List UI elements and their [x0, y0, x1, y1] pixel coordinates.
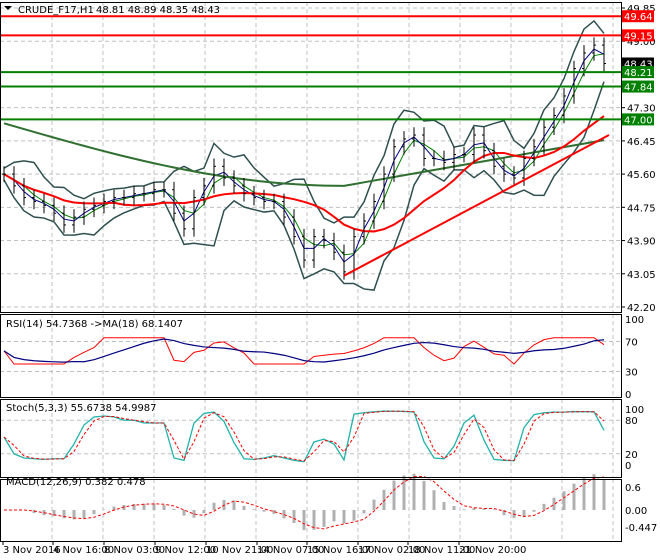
level-price-label: 49.15 [624, 31, 653, 42]
macd-tick-label: -0.447 [625, 523, 657, 534]
level-price-label: 49.64 [624, 12, 653, 23]
price-tick-label: 42.20 [627, 303, 656, 314]
chart-canvas[interactable]: 49.8549.0047.3046.4545.6044.7543.9043.05… [0, 0, 660, 560]
rsi-tick-label: 70 [625, 338, 638, 349]
level-price-label: 47.84 [624, 83, 653, 94]
rsi-tick-label: 0 [625, 390, 631, 401]
price-tick-label: 44.75 [627, 203, 656, 214]
rsi-label: RSI(14) 54.7368 ->MA(18) 68.1407 [6, 319, 183, 330]
stoch-tick-label: 100 [625, 405, 644, 416]
macd-tick-label: 0.00 [625, 506, 647, 517]
stoch-tick-label: 20 [625, 450, 638, 461]
price-panel [0, 15, 621, 291]
stoch-panel [0, 410, 621, 463]
price-tick-label: 43.90 [627, 237, 656, 248]
symbol-label: CRUDE_F17,H1 [18, 5, 94, 16]
ohlc-readout: 48.81 48.89 48.35 48.43 [96, 5, 220, 16]
price-tick-label: 46.45 [627, 137, 656, 148]
axes: 49.8549.0047.3046.4545.6044.7543.9043.05… [0, 2, 657, 556]
price-tick-label: 43.05 [627, 270, 656, 281]
macd-label: MACD(12,26,9) 0.382 0.478 [6, 477, 146, 488]
price-tick-label: 45.60 [627, 170, 656, 181]
rsi-ma-line [3, 338, 605, 363]
level-price-label: 47.00 [624, 115, 653, 126]
bollinger-upper-line [3, 19, 605, 224]
fast-ma-line [3, 53, 605, 256]
rsi-panel [0, 337, 621, 372]
macd-tick-label: 0.6 [625, 483, 641, 494]
price-tick-label: 47.30 [627, 104, 656, 115]
grid [0, 2, 621, 541]
stoch-tick-label: 80 [625, 416, 638, 427]
stoch-label: Stoch(5,3,3) 55.6738 54.9987 [6, 403, 157, 414]
rsi-tick-label: 100 [625, 315, 644, 326]
trading-chart-window: 49.85 49.00 47.30 46.45 45.60 44.75 43.90 43.05… [0, 0, 660, 560]
stoch-tick-label: 0 [625, 461, 631, 472]
time-tick-label: 21 Nov 20:00 [459, 545, 526, 556]
rsi-tick-label: 30 [625, 368, 638, 379]
level-price-label: 48.21 [624, 68, 653, 79]
